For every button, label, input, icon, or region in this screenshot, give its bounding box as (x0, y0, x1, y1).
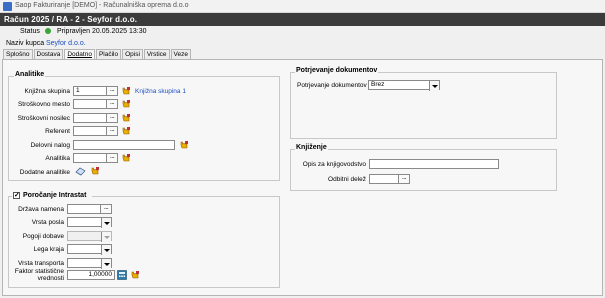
stroskovno-mesto-lookup-button[interactable]: ... (106, 99, 118, 109)
stroskovni-nosilec-label: Stroškovni nosilec (17, 115, 70, 122)
customer-label: Naziv kupca (6, 40, 45, 47)
knjizna-skupina-lookup-button[interactable]: ... (106, 86, 118, 96)
hand-pointer-icon[interactable] (179, 140, 189, 150)
hand-pointer-icon[interactable] (130, 270, 140, 280)
eraser-icon[interactable] (75, 166, 86, 176)
knjizenje-title: Knjiženje (295, 144, 328, 151)
referent-lookup-button[interactable]: ... (106, 126, 118, 136)
hand-pointer-icon[interactable] (121, 99, 131, 109)
status-indicator-dot (45, 28, 51, 34)
chevron-down-icon[interactable] (101, 218, 111, 228)
vrsta-transporta-label: Vrsta transporta (17, 260, 64, 267)
drzava-namena-label: Država namena (18, 206, 64, 213)
analitika-lookup-button[interactable]: ... (106, 153, 118, 163)
hand-pointer-icon[interactable] (121, 86, 131, 96)
tab-label: Opisi (125, 51, 140, 58)
analitika-label: Analitika (45, 155, 70, 162)
odbitni-delez-label: Odbitni delež (328, 176, 366, 183)
drzava-namena-lookup-button[interactable]: ... (100, 204, 112, 214)
hand-pointer-icon[interactable] (121, 126, 131, 136)
drzava-namena-input[interactable] (67, 204, 101, 214)
stroskovno-mesto-input[interactable] (73, 99, 107, 109)
knjizenje-group (290, 149, 557, 191)
analitika-input[interactable] (73, 153, 107, 163)
knjizna-skupina-link[interactable]: Knjižna skupina 1 (135, 88, 186, 95)
stroskovno-mesto-label: Stroškovno mesto (17, 101, 70, 108)
opis-knjigovodstvo-input[interactable] (369, 159, 499, 169)
tab-label: Veze (173, 51, 188, 58)
odbitni-delez-input[interactable] (369, 174, 399, 184)
document-title: Račun 2025 / RA - 2 - Seyfor d.o.o. (4, 14, 138, 24)
stroskovni-nosilec-input[interactable] (73, 113, 107, 123)
referent-input[interactable] (73, 126, 107, 136)
hand-pointer-icon[interactable] (121, 153, 131, 163)
tab-label: Splošno (6, 51, 30, 58)
vrsta-transporta-select[interactable] (67, 258, 112, 269)
faktor-label-line1: Faktor statistične (14, 268, 64, 275)
potrjevanje-title: Potrjevanje dokumentov (295, 67, 379, 74)
vrsta-posla-select[interactable] (67, 217, 112, 228)
chevron-down-icon[interactable] (101, 259, 111, 269)
referent-label: Referent (45, 128, 70, 135)
app-icon (3, 2, 12, 11)
customer-value: Seyfor d.o.o. (46, 40, 86, 47)
opis-knjigovodstvo-label: Opis za knjigovodstvo (302, 161, 366, 168)
knjizna-skupina-input[interactable]: 1 (73, 86, 107, 96)
faktor-input[interactable]: 1,00000 (67, 270, 115, 280)
analitike-title: Analitike (14, 71, 46, 78)
chevron-down-icon[interactable] (101, 245, 111, 255)
stroskovni-nosilec-lookup-button[interactable]: ... (106, 113, 118, 123)
lega-kraja-label: Lega kraja (33, 246, 64, 253)
hand-pointer-icon[interactable] (121, 113, 131, 123)
intrastat-checkbox[interactable]: ✓ (13, 192, 20, 199)
dodatne-analitike-label: Dodatne analitike (19, 169, 70, 176)
knjizna-skupina-label: Knjižna skupina (24, 88, 70, 95)
pogoji-dobave-label: Pogoji dobave (22, 233, 64, 240)
faktor-label-line2: vrednosti (37, 275, 64, 282)
tab-label: Vrstice (146, 51, 167, 58)
delovni-nalog-input[interactable] (73, 140, 175, 150)
lega-kraja-select[interactable] (67, 244, 112, 255)
vrsta-posla-label: Vrsta posla (31, 219, 64, 226)
calculator-icon[interactable] (117, 270, 127, 280)
potrjevanje-value: Brez (371, 81, 385, 88)
delovni-nalog-label: Delovni nalog (30, 142, 70, 149)
intrastat-title: Poročanje Intrastat (22, 192, 88, 199)
tab-label: Plačilo (98, 51, 119, 58)
window-title: Saop Fakturiranje [DEMO] - Računalniška … (15, 2, 189, 9)
tab-label: Dostava (36, 51, 61, 58)
chevron-down-icon (101, 232, 111, 242)
faktor-label: Faktor statistične vrednosti (12, 268, 64, 282)
odbitni-delez-lookup-button[interactable]: ... (398, 174, 410, 184)
chevron-down-icon[interactable] (429, 81, 439, 91)
potrjevanje-select[interactable]: Brez (368, 80, 440, 91)
pogoji-dobave-select (67, 231, 112, 242)
status-value: Pripravljen 20.05.2025 13:30 (57, 28, 147, 35)
hand-pointer-icon[interactable] (90, 166, 100, 176)
status-label: Status (20, 28, 40, 35)
tab-label: Dodatno (67, 51, 92, 58)
potrjevanje-label: Potrjevanje dokumentov (297, 82, 367, 89)
